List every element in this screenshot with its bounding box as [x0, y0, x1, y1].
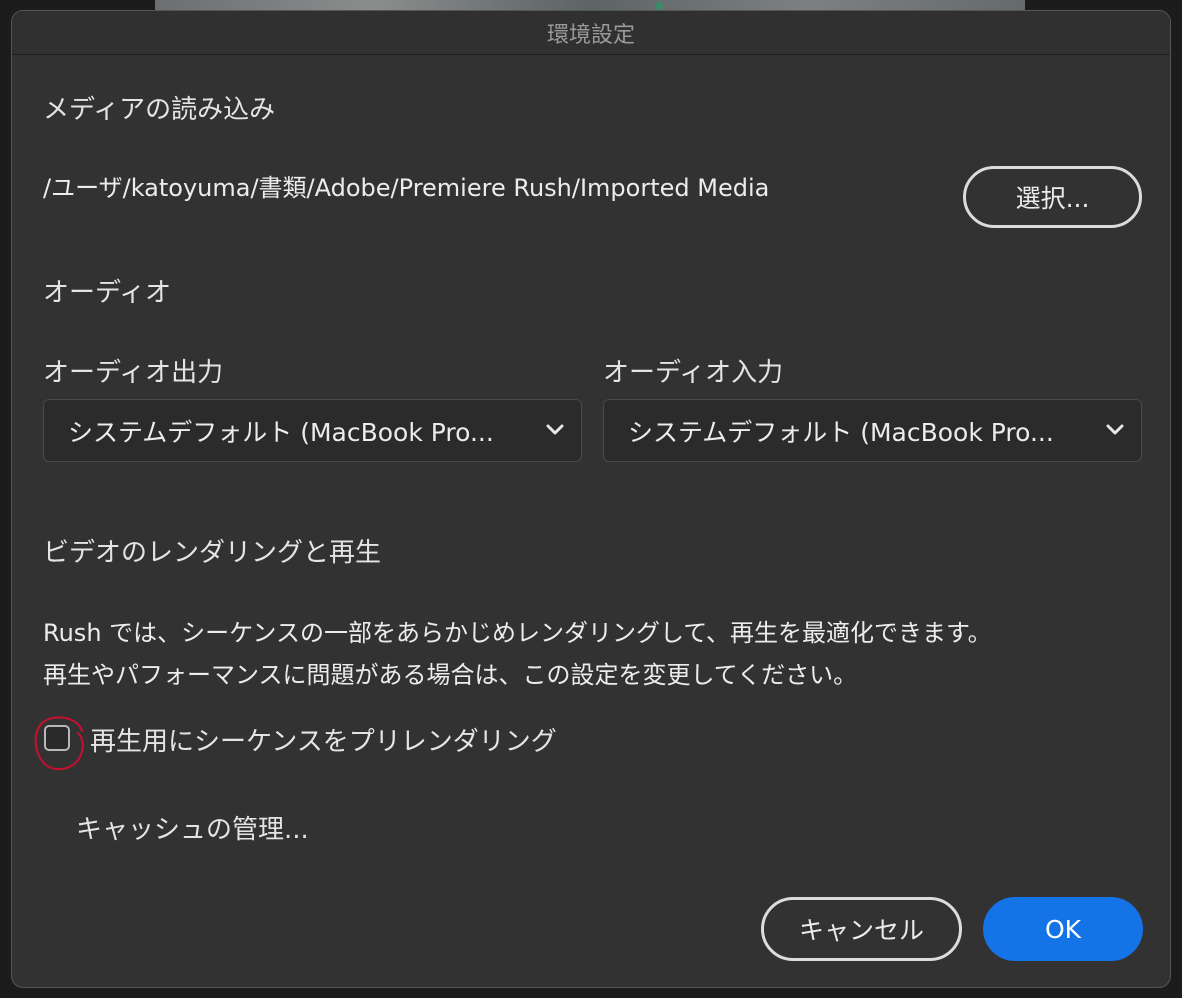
cancel-button[interactable]: キャンセル [761, 897, 962, 961]
audio-input-value: システムデフォルト (MacBook Pro... [628, 417, 1054, 447]
chevron-down-icon [546, 424, 564, 435]
video-description-line2: 再生やパフォーマンスに問題がある場合は、この設定を変更してください。 [43, 661, 858, 689]
video-heading: ビデオのレンダリングと再生 [43, 538, 382, 568]
audio-output-value: システムデフォルト (MacBook Pro... [68, 417, 494, 447]
dialog-title: 環境設定 [12, 11, 1170, 55]
audio-input-label: オーディオ入力 [603, 358, 784, 388]
media-import-heading: メディアの読み込み [43, 95, 276, 125]
audio-output-label: オーディオ出力 [43, 358, 224, 388]
audio-heading: オーディオ [43, 278, 172, 308]
prerender-checkbox[interactable] [44, 725, 70, 751]
import-path: /ユーザ/katoyuma/書類/Adobe/Premiere Rush/Imp… [43, 174, 770, 202]
background-indicator [655, 2, 663, 10]
audio-output-select[interactable]: システムデフォルト (MacBook Pro... [43, 399, 582, 462]
prerender-label[interactable]: 再生用にシーケンスをプリレンダリング [90, 721, 557, 758]
preferences-dialog: 環境設定 メディアの読み込み /ユーザ/katoyuma/書類/Adobe/Pr… [11, 10, 1171, 988]
audio-input-select[interactable]: システムデフォルト (MacBook Pro... [603, 399, 1142, 462]
ok-button[interactable]: OK [983, 897, 1143, 961]
video-description-line1: Rush では、シーケンスの一部をあらかじめレンダリングして、再生を最適化できま… [43, 619, 992, 647]
manage-cache-button[interactable]: キャッシュの管理... [76, 809, 309, 846]
chevron-down-icon [1106, 424, 1124, 435]
choose-folder-button[interactable]: 選択... [963, 166, 1142, 228]
